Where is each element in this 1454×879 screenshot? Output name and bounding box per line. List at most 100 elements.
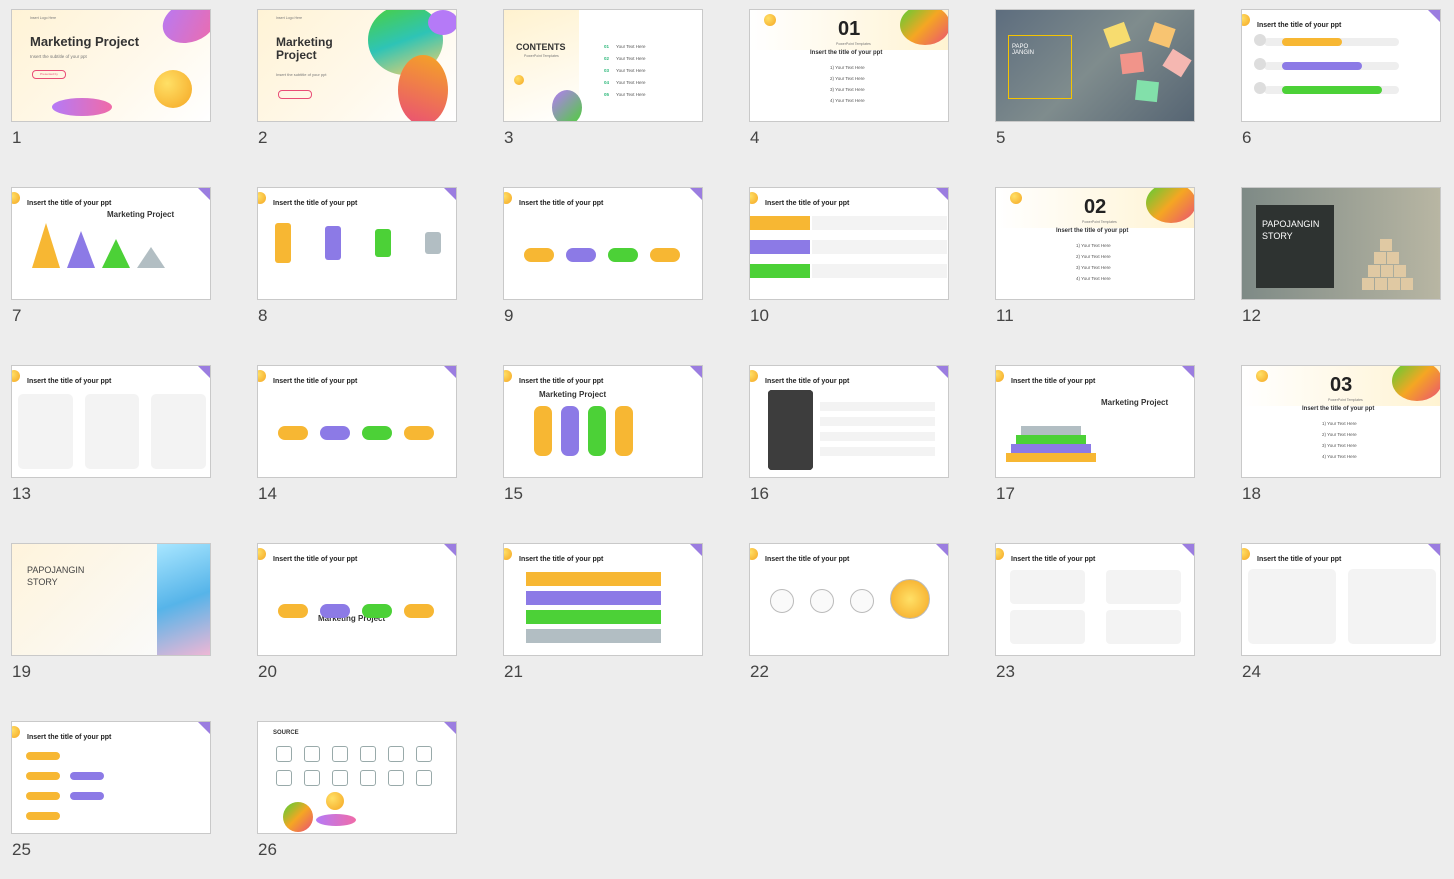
- slide-thumbnail[interactable]: Insert the title of your ppt 21: [492, 534, 703, 684]
- content-row: [750, 216, 810, 230]
- slide-thumbnail[interactable]: 03 PowerPoint Templates Insert the title o…: [1230, 356, 1441, 506]
- slide-preview[interactable]: Insert the title of your ppt: [749, 187, 949, 300]
- slide-preview[interactable]: Insert the title of your ppt: [749, 543, 949, 656]
- slide-thumbnail[interactable]: Insert the title of your ppt 23: [984, 534, 1195, 684]
- slide-preview[interactable]: Insert the title of your ppt: [1241, 9, 1441, 122]
- slide-title: Insert the title of your ppt: [273, 200, 358, 207]
- flow-pill: [26, 812, 60, 820]
- slide-thumbnail[interactable]: Marketing Project Insert the subtitle of …: [0, 0, 211, 150]
- slide-preview[interactable]: Insert the title of your ppt: [503, 187, 703, 300]
- icon-bubble: [1254, 82, 1266, 94]
- corner-accent: [198, 188, 210, 200]
- section-label: PowerPoint Templates: [1328, 398, 1363, 402]
- slide-preview[interactable]: Insert the title of your ppt: [257, 365, 457, 478]
- slide-title: Insert the title of your ppt: [519, 556, 604, 563]
- slide-preview[interactable]: Insert the title of your ppt: [749, 365, 949, 478]
- slide-thumbnail[interactable]: Insert the title of your ppt 22: [738, 534, 949, 684]
- slide-title: Insert the title of your ppt: [1011, 556, 1096, 563]
- source-icon: [304, 746, 320, 762]
- orb-decor: [996, 548, 1004, 560]
- slide-preview[interactable]: Insert the title of your ppt: [995, 543, 1195, 656]
- slide-preview[interactable]: 03 PowerPoint Templates Insert the title o…: [1241, 365, 1441, 478]
- card-bg: [84, 394, 140, 469]
- slide-thumbnail[interactable]: Insert the title of your ppt 16: [738, 356, 949, 506]
- content-row-bg: [812, 240, 947, 254]
- corner-accent: [444, 188, 456, 200]
- list-item: Your Text Here: [616, 56, 646, 61]
- shape-element: [362, 426, 392, 440]
- corner-accent: [444, 722, 456, 734]
- orb-decor: [12, 726, 20, 738]
- slide-thumbnail[interactable]: Insert the title of your ppt 14: [246, 356, 457, 506]
- content-row: [526, 629, 661, 643]
- slide-thumbnail[interactable]: Insert the title of your ppt 9: [492, 178, 703, 328]
- slide-preview[interactable]: Insert the title of your ppt: [11, 365, 211, 478]
- slide-thumbnail[interactable]: Insert the title of your ppt Marketing Pr…: [246, 534, 457, 684]
- slide-number: 22: [750, 662, 769, 681]
- orb-decor: [504, 548, 512, 560]
- slide-number: 14: [258, 484, 277, 503]
- list-item: 3) Your Text Here: [830, 87, 865, 92]
- image-panel: [157, 544, 210, 655]
- info-card: [1010, 610, 1085, 644]
- slide-preview[interactable]: 02 PowerPoint Templates Insert the title o…: [995, 187, 1195, 300]
- slide-preview[interactable]: Insert the title of your ppt: [503, 543, 703, 656]
- corner-accent: [1428, 544, 1440, 556]
- slide-preview[interactable]: SOURCE: [257, 721, 457, 834]
- slide-thumbnail[interactable]: Insert the title of your ppt 8: [246, 178, 457, 328]
- question-block: [1368, 265, 1380, 277]
- slide-thumbnail[interactable]: Insert the title of your ppt 25: [0, 712, 211, 862]
- slide-thumbnail[interactable]: SOURCE 26: [246, 712, 457, 862]
- slide-subtitle: Marketing Project: [107, 210, 175, 219]
- slide-preview[interactable]: Insert the title of your ppt: [257, 187, 457, 300]
- slide-thumbnail[interactable]: Insert the title of your ppt 6: [1230, 0, 1441, 150]
- slide-preview[interactable]: PAPO JANGIN: [995, 9, 1195, 122]
- shape-element: [566, 248, 596, 262]
- slide-preview[interactable]: Insert the title of your ppt Marketing Pr…: [11, 187, 211, 300]
- list-item: Your Text Here: [616, 44, 646, 49]
- source-icon: [276, 770, 292, 786]
- slide-sorter-grid: Marketing Project Insert the subtitle of …: [0, 0, 1454, 879]
- shape-element: [534, 406, 552, 456]
- slide-preview[interactable]: PAPOJANGIN STORY: [1241, 187, 1441, 300]
- slide-preview[interactable]: Insert the title of your ppt Marketing Pr…: [257, 543, 457, 656]
- slide-preview[interactable]: Marketing Project Insert the subtitle of …: [257, 9, 457, 122]
- corner-accent: [1182, 544, 1194, 556]
- slide-subtitle: Marketing Project: [539, 390, 607, 399]
- slide-title: Insert the title of your ppt: [27, 734, 112, 741]
- process-circle: [850, 589, 874, 613]
- slide-thumbnail[interactable]: Insert the title of your ppt 13: [0, 356, 211, 506]
- list-item: Your Text Here: [616, 68, 646, 73]
- corner-accent: [444, 544, 456, 556]
- slide-thumbnail[interactable]: 01 PowerPoint Templates Insert the title o…: [738, 0, 949, 150]
- question-block: [1374, 252, 1386, 264]
- slide-preview[interactable]: CONTENTS PowerPoint Templates 01 Your Text …: [503, 9, 703, 122]
- slide-preview[interactable]: PAPOJANGIN STORY: [11, 543, 211, 656]
- slide-thumbnail[interactable]: Insert the title of your ppt 10: [738, 178, 949, 328]
- slide-preview[interactable]: Insert the title of your ppt Marketing Pr…: [995, 365, 1195, 478]
- sticky-note: [1135, 79, 1159, 103]
- decor-blob: [900, 10, 948, 45]
- slide-thumbnail[interactable]: CONTENTS PowerPoint Templates 01 Your Text …: [492, 0, 703, 150]
- slide-preview[interactable]: Marketing Project Insert the subtitle of …: [11, 9, 211, 122]
- slide-thumbnail[interactable]: PAPOJANGIN STORY 19: [0, 534, 211, 684]
- slide-thumbnail[interactable]: PAPOJANGIN STORY 12: [1230, 178, 1441, 328]
- logo-text: Insert Logo Here: [30, 16, 57, 20]
- slide-thumbnail[interactable]: Insert the title of your ppt Marketing Pr…: [492, 356, 703, 506]
- slide-preview[interactable]: Insert the title of your ppt: [11, 721, 211, 834]
- slide-thumbnail[interactable]: PAPO JANGIN 5: [984, 0, 1195, 150]
- slide-thumbnail[interactable]: Insert the title of your ppt Marketing Pr…: [0, 178, 211, 328]
- slide-thumbnail[interactable]: 02 PowerPoint Templates Insert the title o…: [984, 178, 1195, 328]
- slide-number: 1: [12, 128, 22, 147]
- slide-thumbnail[interactable]: Insert the title of your ppt 24: [1230, 534, 1441, 684]
- slide-thumbnail[interactable]: Insert the title of your ppt Marketing Pr…: [984, 356, 1195, 506]
- slide-preview[interactable]: 01 PowerPoint Templates Insert the title o…: [749, 9, 949, 122]
- slide-number: 18: [1242, 484, 1261, 503]
- slide-thumbnail[interactable]: Marketing Project Insert the subtitle of …: [246, 0, 457, 150]
- slide-number: 3: [504, 128, 514, 147]
- slide-preview[interactable]: Insert the title of your ppt Marketing Pr…: [503, 365, 703, 478]
- slide-number: 25: [12, 840, 31, 859]
- presenter-badge: Presented by: [32, 70, 66, 79]
- presenter-badge: [278, 90, 312, 99]
- slide-preview[interactable]: Insert the title of your ppt: [1241, 543, 1441, 656]
